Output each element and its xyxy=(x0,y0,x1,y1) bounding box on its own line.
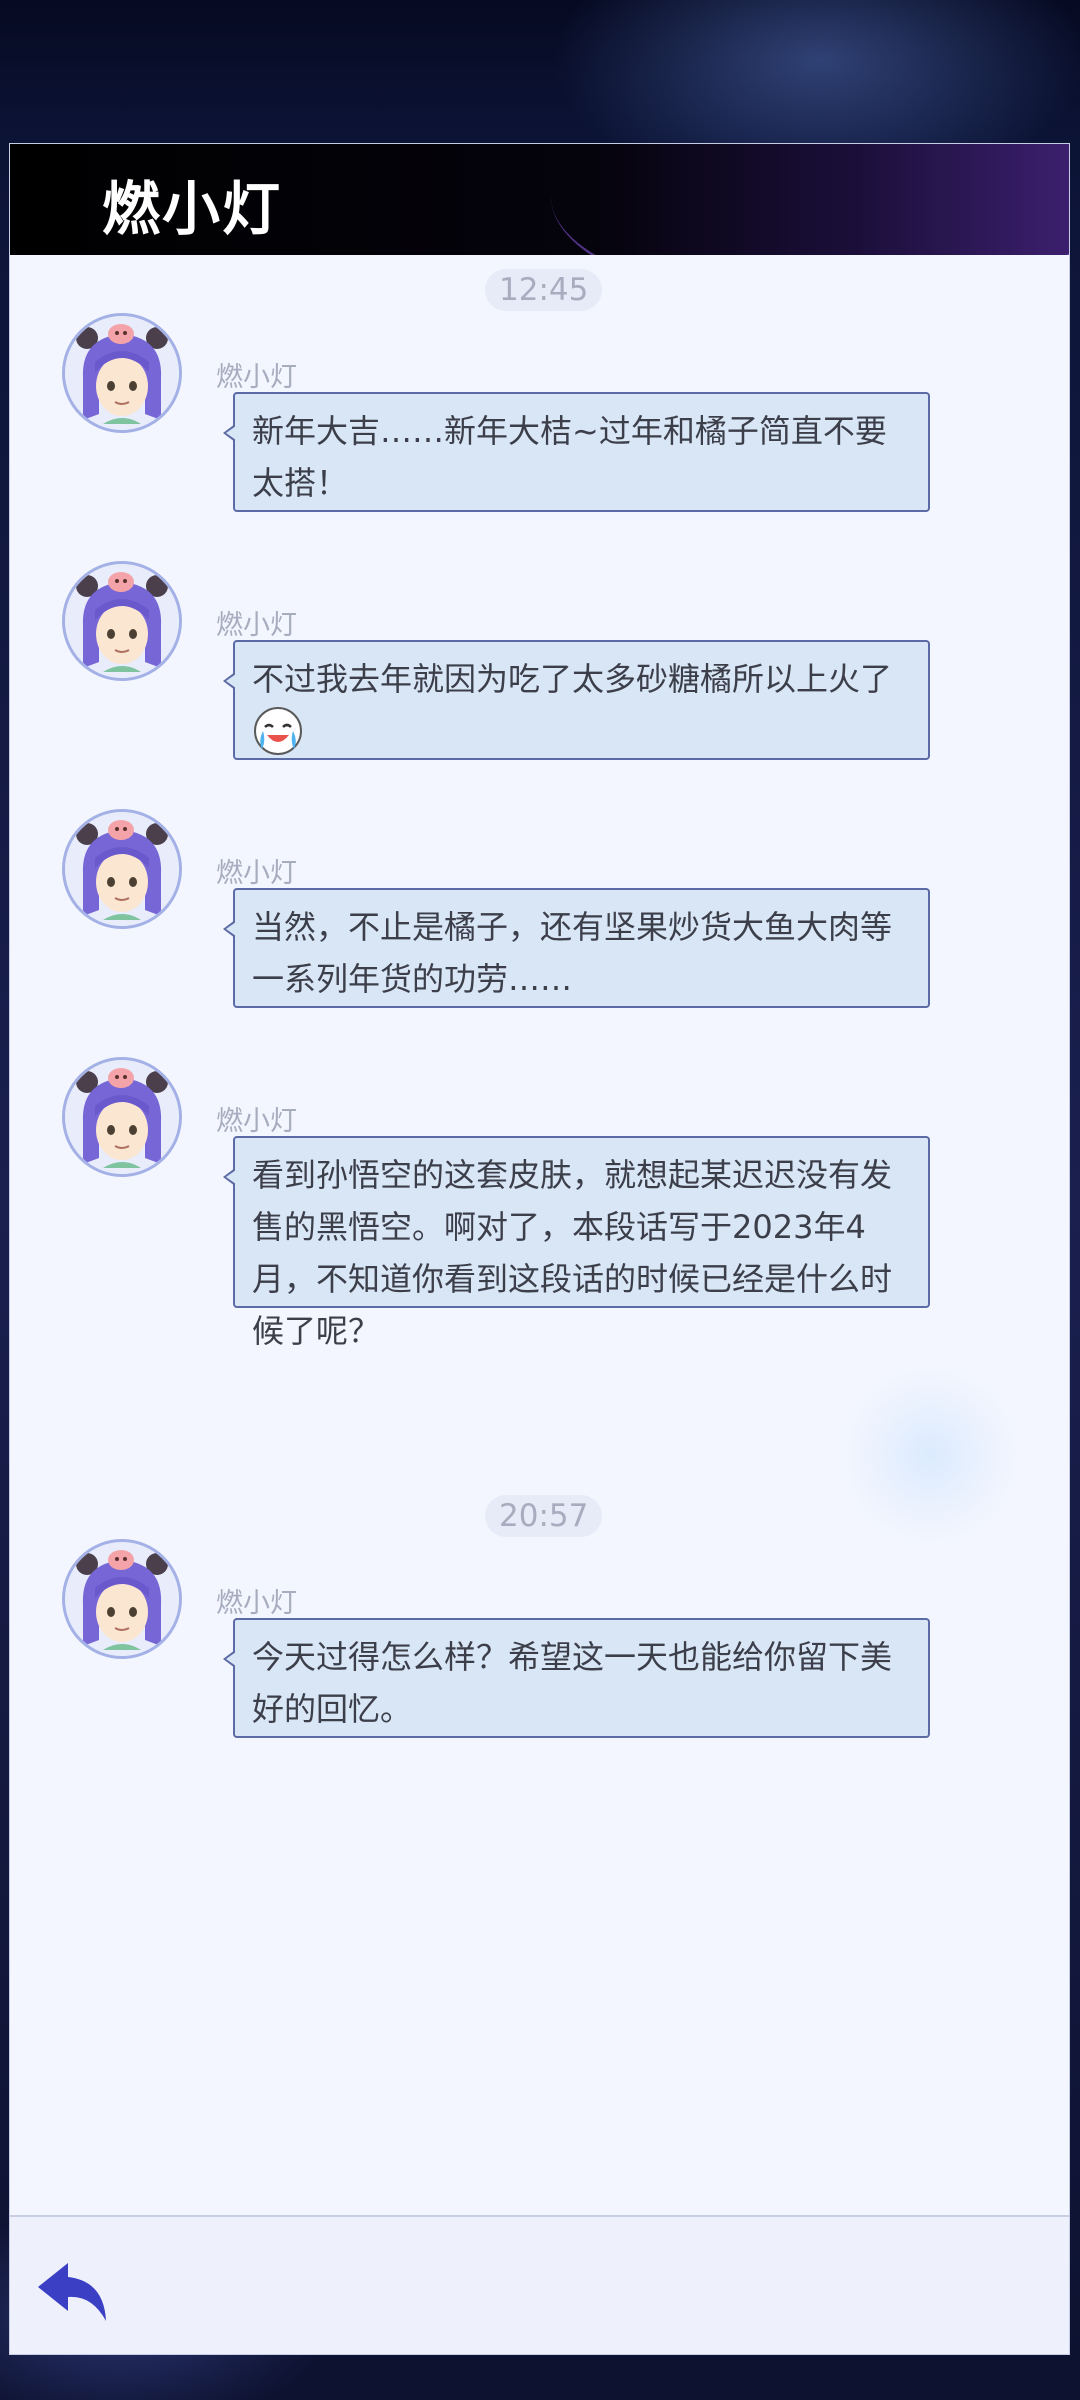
crying-laughing-face-icon xyxy=(254,707,302,755)
timestamp: 20:57 xyxy=(485,1495,603,1537)
avatar-icon xyxy=(65,316,179,430)
avatar[interactable] xyxy=(62,809,182,929)
message-text: 不过我去年就因为吃了太多砂糖橘所以上火了 xyxy=(252,660,893,698)
header-bar: 燃小灯 xyxy=(10,144,1069,255)
page-title: 燃小灯 xyxy=(102,175,283,243)
chat-message-list[interactable]: 12:45 燃小灯 新年大吉……新年大桔~过年和橘子简直不要太搭！ 燃小灯 不过… xyxy=(10,255,1069,2215)
timestamp: 12:45 xyxy=(485,269,603,311)
message-bubble: 今天过得怎么样？希望这一天也能给你留下美好的回忆。 xyxy=(223,1618,930,1738)
avatar[interactable] xyxy=(62,561,182,681)
sender-name: 燃小灯 xyxy=(216,1106,297,1137)
sender-name: 燃小灯 xyxy=(216,362,297,393)
message-bubble: 新年大吉……新年大桔~过年和橘子简直不要太搭！ xyxy=(223,392,930,512)
message-bubble: 不过我去年就因为吃了太多砂糖橘所以上火了 xyxy=(223,640,930,760)
avatar[interactable] xyxy=(62,313,182,433)
floating-orb-decoration xyxy=(840,1365,1020,1545)
avatar[interactable] xyxy=(62,1539,182,1659)
back-button[interactable] xyxy=(34,2257,114,2329)
avatar[interactable] xyxy=(62,1057,182,1177)
sender-name: 燃小灯 xyxy=(216,858,297,889)
chat-panel: 燃小灯 12:45 燃小灯 新年大吉……新年大桔~过年和橘子简直不要太搭！ 燃小… xyxy=(9,143,1070,2355)
back-arrow-icon xyxy=(38,2263,106,2321)
header-decoration xyxy=(551,144,1069,255)
sender-name: 燃小灯 xyxy=(216,1588,297,1619)
avatar-icon xyxy=(65,1542,179,1656)
avatar-icon xyxy=(65,1060,179,1174)
sender-name: 燃小灯 xyxy=(216,610,297,641)
avatar-icon xyxy=(65,564,179,678)
footer-bar xyxy=(10,2215,1069,2354)
message-bubble: 当然，不止是橘子，还有坚果炒货大鱼大肉等一系列年货的功劳…… xyxy=(223,888,930,1008)
avatar-icon xyxy=(65,812,179,926)
message-bubble: 看到孙悟空的这套皮肤，就想起某迟迟没有发售的黑悟空。啊对了，本段话写于2023年… xyxy=(223,1136,930,1350)
